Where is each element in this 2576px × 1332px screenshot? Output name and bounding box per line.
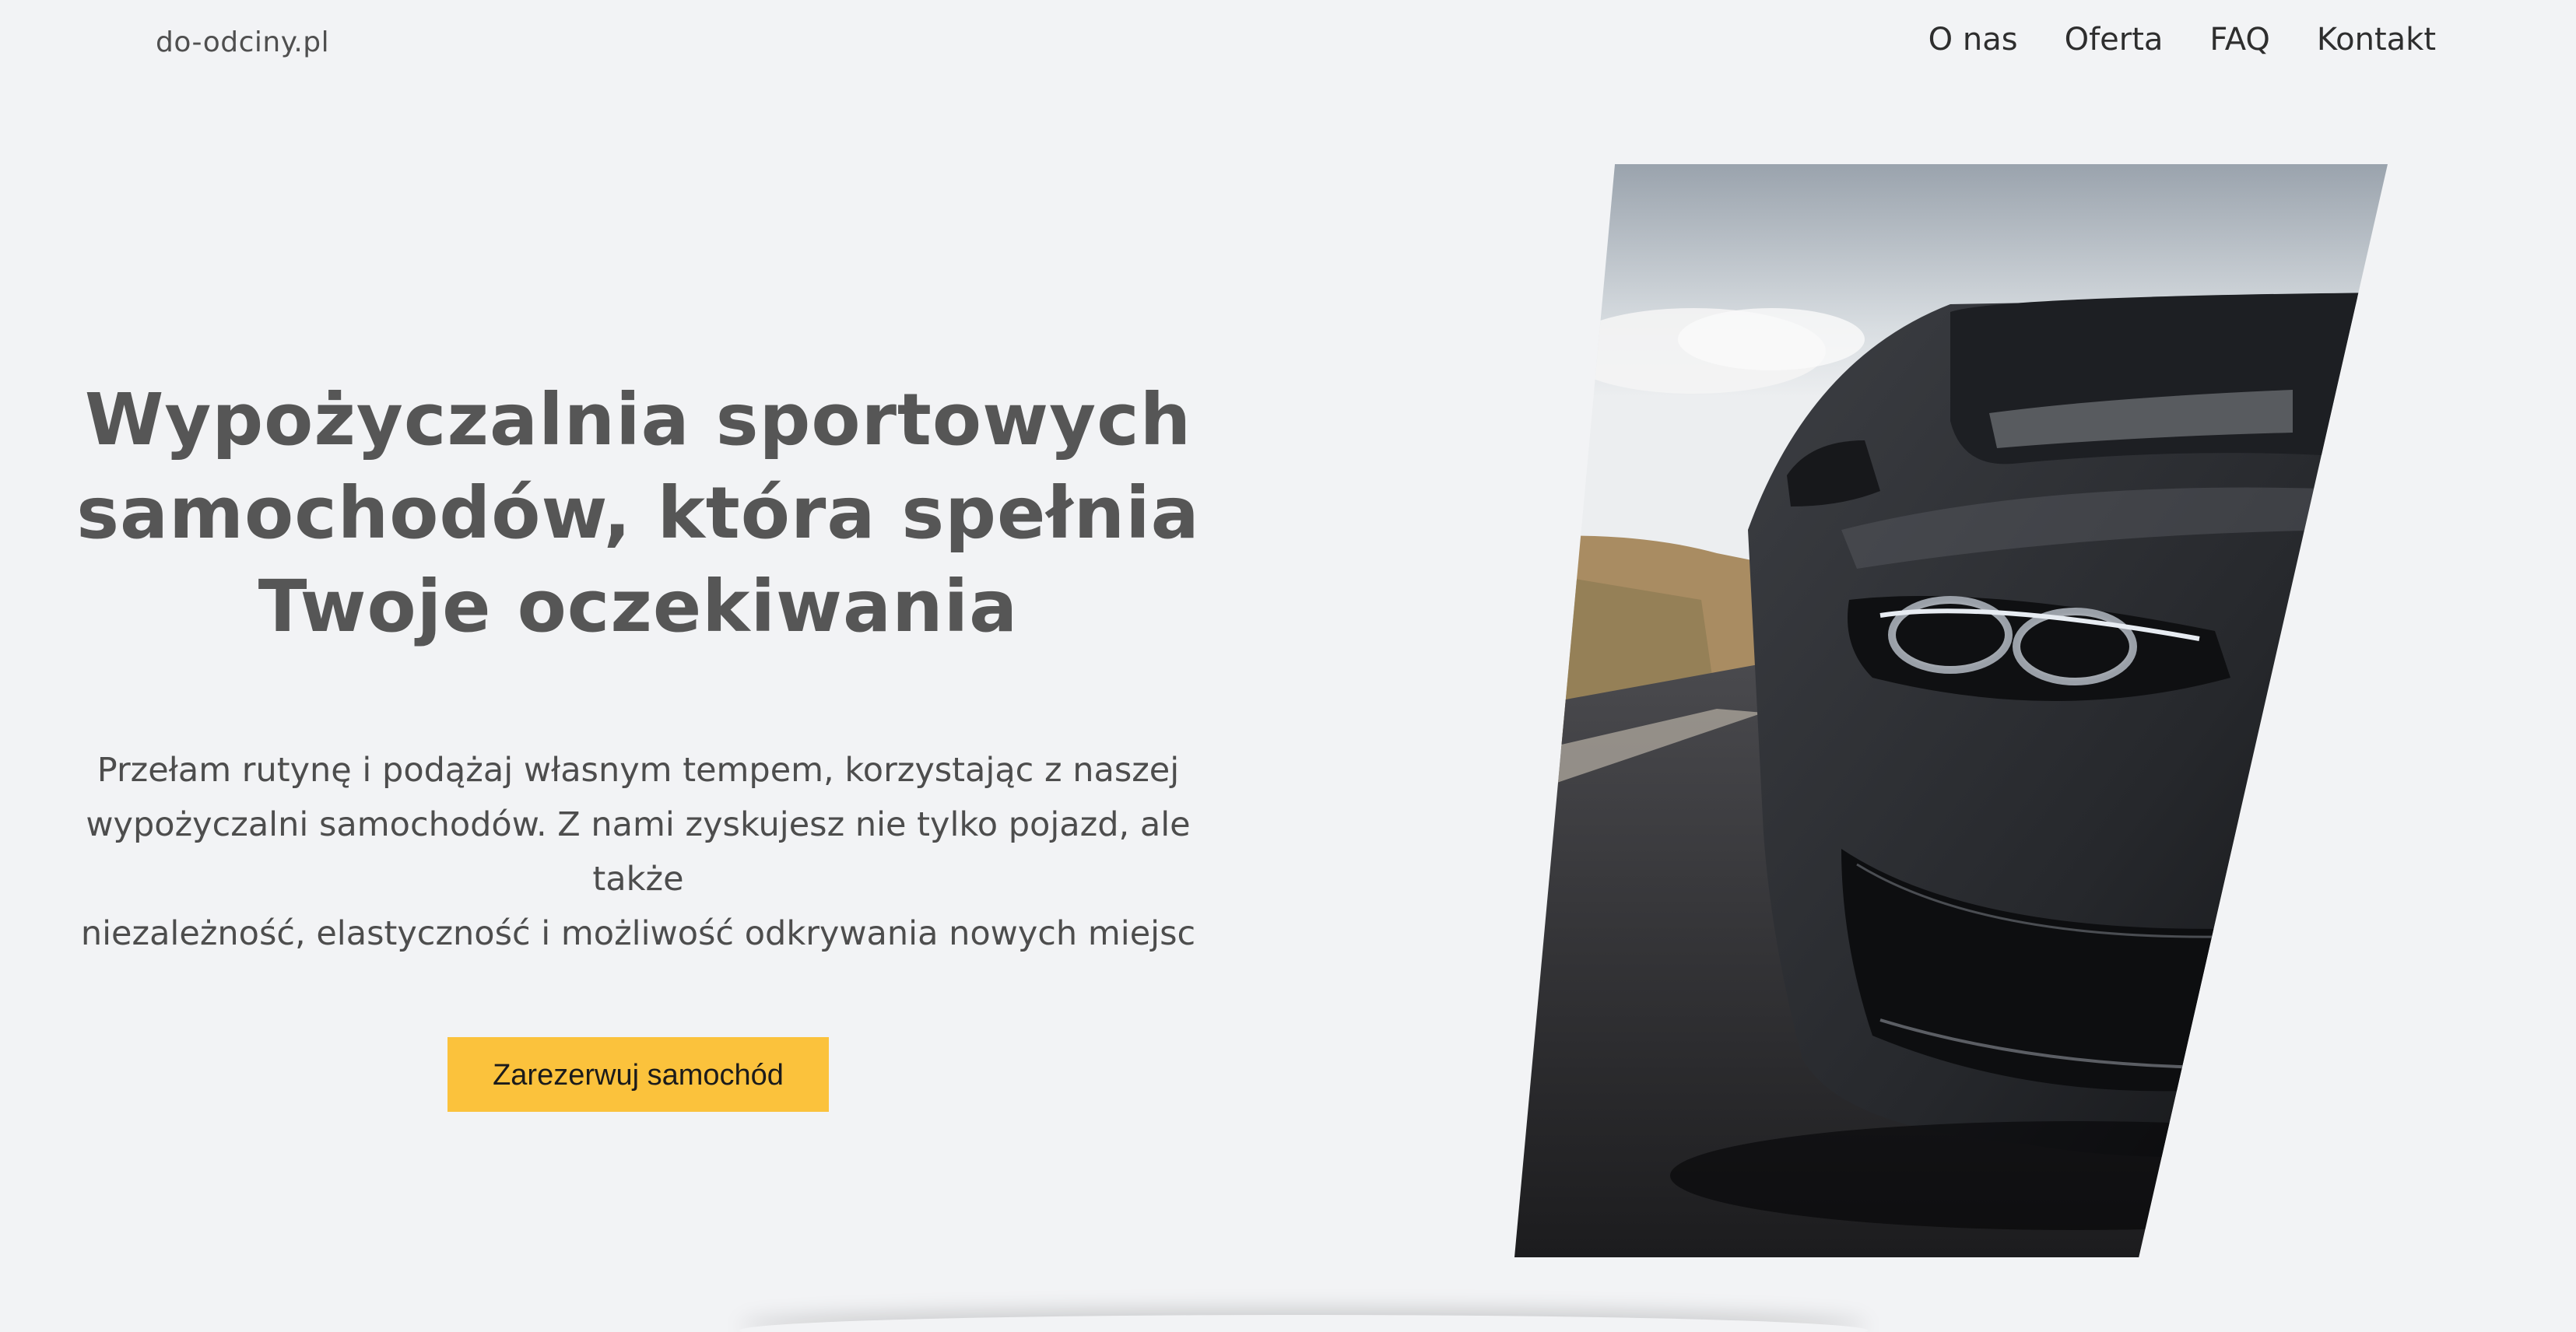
hero-content: Wypożyczalnia sportowych samochodów, któ… [47, 373, 1230, 1112]
hero-description-line: Przełam rutynę i podążaj własnym tempem,… [97, 751, 1180, 790]
hero-title-line: Twoje oczekiwania [258, 565, 1019, 648]
nav-link-faq[interactable]: FAQ [2209, 22, 2269, 58]
main-nav: O nas Oferta FAQ Kontakt [1928, 22, 2436, 58]
site-logo[interactable]: do-odciny.pl [156, 26, 329, 58]
landing-page: do-odciny.pl O nas Oferta FAQ Kontakt Wy… [0, 0, 2576, 1332]
hero-description: Przełam rutynę i podążaj własnym tempem,… [47, 743, 1230, 961]
bottom-section-shadow [739, 1315, 1868, 1332]
car-photo-illustration [1514, 164, 2388, 1257]
hero-car-image [1514, 164, 2388, 1257]
hero-title: Wypożyczalnia sportowych samochodów, któ… [47, 373, 1230, 654]
reserve-car-button[interactable]: Zarezerwuj samochód [447, 1037, 829, 1112]
hero-title-line: Wypożyczalnia sportowych [84, 378, 1192, 461]
hero-description-line: wypożyczalni samochodów. Z nami zyskujes… [86, 805, 1191, 899]
hero-title-line: samochodów, która spełnia [76, 471, 1200, 555]
nav-link-kontakt[interactable]: Kontakt [2317, 22, 2436, 58]
nav-link-o-nas[interactable]: O nas [1928, 22, 2018, 58]
nav-link-oferta[interactable]: Oferta [2065, 22, 2164, 58]
hero-description-line: niezależność, elastyczność i możliwość o… [80, 914, 1196, 953]
